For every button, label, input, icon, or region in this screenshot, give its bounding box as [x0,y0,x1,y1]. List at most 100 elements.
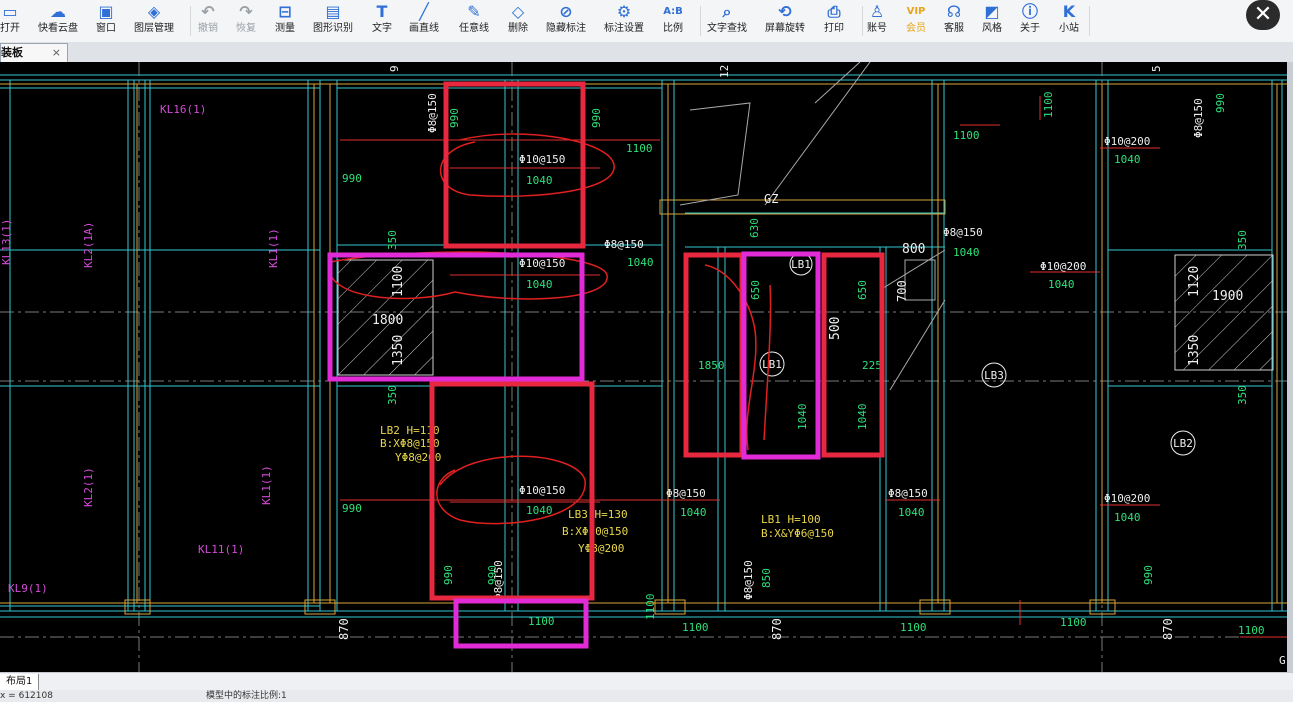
toolbar-label: 快看云盘 [38,23,78,34]
beam-label: KL2(1) [82,467,95,507]
toolbar-label: 恢复 [236,23,256,34]
freehand-icon: ✎ [467,2,481,21]
dimension-value: 870 [1161,618,1175,640]
redo-icon: ↷ [239,2,253,21]
dimension-value: 800 [902,242,925,257]
info-icon: ⓘ [1021,2,1038,21]
document-tab[interactable]: 装板 × [0,43,68,62]
detail-lines [679,62,946,391]
toolbar-freehand-button[interactable]: ✎ 任意线 [452,2,496,40]
toolbar-shape-recognize-button[interactable]: ▤ 图形识别 [311,2,355,40]
green-dimension: 1040 [796,404,809,431]
green-dimension: 650 [749,280,762,300]
toolbar-k-logo-button[interactable]: K 小站 [1047,2,1091,40]
green-dimension: 1040 [953,246,980,259]
toolbar-text-search-button[interactable]: ⌕ 文字查找 [705,2,749,40]
toolbar-label: 打开 [0,23,20,34]
rebar-label: Φ8@150 [426,93,439,133]
green-dimension: 1040 [856,404,869,431]
text-icon: T [376,2,388,21]
toolbar-cloud-button[interactable]: ☁ 快看云盘 [36,2,80,40]
rebar-label: Φ10@200 [1040,260,1086,273]
green-dimension: 1100 [900,621,927,634]
slab-spec: LB1 H=100 [761,513,821,526]
rebar-label: Φ8@150 [604,238,644,251]
toolbar-window-button[interactable]: ▣ 窗口 [84,2,128,40]
green-dimension: 630 [748,218,761,238]
beam-label: KL16(1) [160,103,206,116]
green-dimension: 225 [862,359,882,372]
toolbar-label: 图形识别 [313,23,353,34]
wall-edges [0,83,1287,615]
green-dimension: 350 [386,230,399,250]
green-dimension: 1850 [698,359,725,372]
wall-outlines [0,74,1287,618]
toolbar-label: 比例 [663,23,683,34]
toolbar-label: 隐藏标注 [546,23,586,34]
slab-label: LB2 [1173,437,1193,450]
rebar-label: Φ8@150 [1192,98,1205,138]
beam-label: KL1(1) [267,228,280,268]
toolbar-eraser-button[interactable]: ◇ 删除 [496,2,540,40]
toolbar-line-button[interactable]: ╱ 画直线 [402,2,446,40]
beam-label: KL9(1) [8,582,48,595]
green-dimension: 1040 [627,256,654,269]
toolbar-label: 删除 [508,23,528,34]
toolbar-layers-button[interactable]: ◈ 图层管理 [132,2,176,40]
toolbar-label: 打印 [824,23,844,34]
account-icon: ♙ [869,2,885,21]
slab-spec: YΦ8@200 [578,542,624,555]
dimension-value: 1900 [1212,289,1243,304]
toolbar-rotate-screen-button[interactable]: ⟲ 屏幕旋转 [763,2,807,40]
toolbar-redo-button[interactable]: ↷ 恢复 [224,2,268,40]
rebar-label: Φ8@150 [742,560,755,600]
vertical-scrollbar[interactable] [1287,62,1293,672]
slab-label: LB1 [791,258,811,271]
green-dimension: 990 [342,502,362,515]
toolbar-label: 关于 [1020,23,1040,34]
line-icon: ╱ [419,2,429,21]
green-dimension: 1100 [953,129,980,142]
toolbar-annotation-settings-button[interactable]: ⚙ 标注设置 [602,2,646,40]
close-button[interactable]: ✕ [1246,0,1280,30]
toolbar-hide-annotation-button[interactable]: ⊘ 隐藏标注 [544,2,588,40]
rebar-label: Φ8@150 [943,226,983,239]
green-dimension: 1040 [680,506,707,519]
tab-close-icon[interactable]: × [52,44,61,62]
rebar-label: Φ8@150 [666,487,706,500]
green-dimension: 1100 [528,615,555,628]
toolbar-label: 风格 [982,23,1002,34]
layers-icon: ◈ [147,2,161,21]
cloud-icon: ☁ [50,2,66,21]
cad-drawing-canvas[interactable]: KL16(1) KL13(1) KL2(1A) KL1(1) KL2(1) KL… [0,62,1287,672]
toolbar-label: 撤销 [198,23,218,34]
slab-spec: LB3 H=130 [568,508,628,521]
toolbar-folder-open-button[interactable]: ▭ 打开 [0,2,32,40]
layout-tab[interactable]: 布局1 [0,674,40,690]
toolbar-printer-button[interactable]: ⎙ 打印 [812,2,856,40]
annotation-settings-icon: ⚙ [616,2,632,21]
dimension-value: 870 [337,618,351,640]
dimension-value: 700 [895,280,909,302]
rebar-label: Φ10@150 [519,484,565,497]
green-dimension: 1040 [898,506,925,519]
green-dimension: 1100 [1042,92,1055,119]
beam-label: KL11(1) [198,543,244,556]
toolbar-measure-button[interactable]: ⊟ 测量 [263,2,307,40]
green-dimension: 1100 [1060,616,1087,629]
slab-spec: B:X&YΦ6@150 [761,527,834,540]
green-dimension: 1100 [626,142,653,155]
cad-drawing: KL16(1) KL13(1) KL2(1A) KL1(1) KL2(1) KL… [0,62,1287,672]
beam-label: KL1(1) [260,465,273,505]
toolbar-separator [700,6,701,36]
rebar-label: Φ10@200 [1104,492,1150,505]
document-tab-bar: 装板 × [0,42,1293,62]
toolbar-text-button[interactable]: T 文字 [360,2,404,40]
slab-spec: B:XΦ10@150 [562,525,628,538]
beam-label: KL2(1A) [82,222,95,268]
green-dimension: 1040 [526,278,553,291]
printer-icon: ⎙ [827,2,841,21]
toolbar-scale-button[interactable]: A:B 比例 [651,2,695,40]
toolbar-info-button[interactable]: ⓘ 关于 [1008,2,1052,40]
green-dimension: 990 [1214,93,1227,113]
